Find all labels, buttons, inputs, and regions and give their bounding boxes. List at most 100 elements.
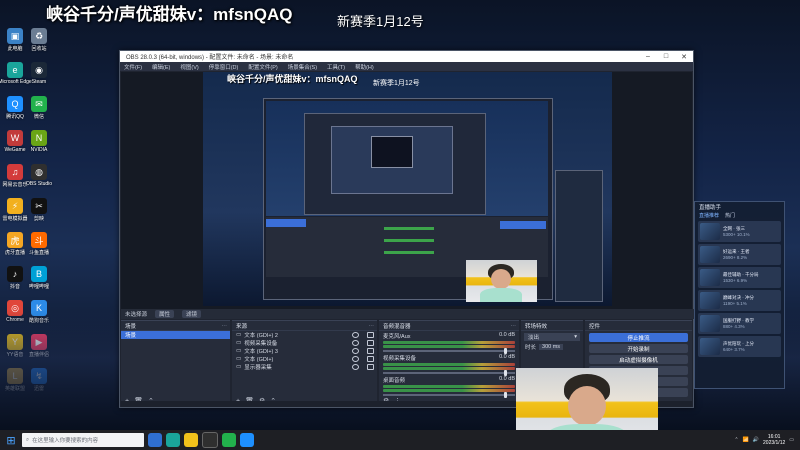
mixer-header: 音频混音器 ⋯: [379, 321, 519, 331]
app-icon: ♫: [7, 164, 23, 180]
obs-preview[interactable]: 峡谷千分/声优甜妹v：mfsnQAQ 新赛季1月12号: [121, 72, 692, 316]
eye-icon[interactable]: [352, 364, 359, 370]
scene-item[interactable]: 场景: [121, 331, 230, 339]
lock-icon[interactable]: [367, 364, 374, 370]
menu-item[interactable]: 停靠窗口(D): [209, 63, 239, 71]
control-button[interactable]: 停止推流: [589, 333, 688, 342]
obs-titlebar[interactable]: OBS 28.0.3 (64-bit, windows) - 配置文件: 未命名…: [120, 51, 693, 62]
source-item[interactable]: ▭ 视频采集设备: [232, 339, 377, 347]
widget-tabs: 直播推荐 热门: [695, 211, 784, 219]
widget-tab-recommend[interactable]: 直播推荐: [699, 212, 719, 219]
maximize-icon[interactable]: □: [657, 53, 675, 61]
windows-start-icon[interactable]: ⊞: [0, 430, 22, 450]
widget-list-item[interactable]: 声优陪玩 · 上分 640+ 3.7%: [698, 336, 781, 357]
dock-menu-icon[interactable]: ⋯: [369, 323, 375, 329]
dock-menu-icon[interactable]: ⋯: [511, 323, 517, 329]
transition-select[interactable]: 淡出 ▾: [524, 333, 580, 341]
desktop-icon-label: 雷电模拟器: [2, 216, 28, 222]
minimize-icon[interactable]: –: [639, 53, 657, 61]
widget-list-item[interactable]: 巅峰对决 · 冲分 1190+ 5.1%: [698, 290, 781, 311]
overlay-title-text: 峡谷千分/声优甜妹v：mfsnQAQ: [46, 5, 293, 24]
obs-icon[interactable]: [202, 432, 218, 448]
mixer-header-label: 音频混音器: [383, 323, 411, 330]
menu-item[interactable]: 配置文件(P): [248, 63, 277, 71]
desktop-icon[interactable]: W WeGame: [2, 130, 28, 160]
desktop-icon[interactable]: ♫ 网易云音乐: [2, 164, 28, 194]
desktop-icon[interactable]: ✉ 微信: [26, 96, 52, 126]
desktop-icon[interactable]: ▣ 此电脑: [2, 28, 28, 58]
desktop-icon[interactable]: ◍ OBS Studio: [26, 164, 52, 194]
widget-list-item[interactable]: 最佳辅助 · 千分局 1530+ 6.9%: [698, 267, 781, 288]
duration-input[interactable]: 300 ms: [539, 344, 564, 350]
stream-thumbnail: [700, 338, 720, 355]
desktop-icon[interactable]: ♻ 回收站: [26, 28, 52, 58]
widget-list-item[interactable]: 全网 · 张三 5300+ 10.1%: [698, 221, 781, 242]
volume-slider[interactable]: [383, 370, 515, 376]
desktop-icon[interactable]: ♪ 抖音: [2, 266, 28, 296]
source-item[interactable]: ▭ 显示器采集: [232, 363, 377, 371]
desktop-icon[interactable]: Q 腾讯QQ: [2, 96, 28, 126]
desktop-icon[interactable]: ◉ Steam: [26, 62, 52, 92]
properties-button[interactable]: 属性: [155, 310, 175, 318]
nested-obs-capture-2: [304, 113, 486, 215]
network-icon[interactable]: 📶: [743, 437, 749, 443]
lock-icon[interactable]: [367, 356, 374, 362]
control-button[interactable]: 开始录制: [589, 344, 688, 353]
desktop-icon[interactable]: 虎虎牙直播: [2, 232, 28, 262]
monitor-icon: ▭: [236, 340, 242, 346]
menu-item[interactable]: 编辑(E): [152, 63, 170, 71]
desktop-icon[interactable]: B 哔哩哔哩: [26, 266, 52, 296]
widget-tab-hot[interactable]: 热门: [725, 212, 735, 219]
menu-item[interactable]: 文件(F): [124, 63, 142, 71]
chevron-up-icon[interactable]: ⌃: [734, 437, 738, 443]
taskbar-search[interactable]: ⌕ 在这里输入你要搜索的内容: [22, 433, 144, 447]
eye-icon[interactable]: [352, 348, 359, 354]
source-item[interactable]: ▭ 文本 (GDI+) 2: [232, 331, 377, 339]
obs-menubar: 文件(F) 编辑(E) 视图(V) 停靠窗口(D) 配置文件(P) 场景集合(S) 工具(T…: [120, 62, 693, 71]
menu-item[interactable]: 场景集合(S): [288, 63, 317, 71]
lock-icon[interactable]: [367, 348, 374, 354]
desktop-icon-label: NVIDIA: [30, 147, 48, 153]
notification-icon[interactable]: ▭: [789, 437, 794, 443]
desktop-icon[interactable]: 斗斗鱼直播: [26, 232, 52, 262]
app-icon: ◉: [31, 62, 47, 78]
preview-overlay-date: 新赛季1月12号: [373, 80, 420, 87]
desktop-icon[interactable]: e Microsoft Edge: [0, 62, 32, 92]
volume-icon[interactable]: 🔊: [753, 437, 759, 443]
desktop-icon[interactable]: ✂ 剪映: [26, 198, 52, 228]
folder-icon[interactable]: [184, 433, 198, 447]
desktop-icon[interactable]: N NVIDIA: [26, 130, 52, 160]
lock-icon[interactable]: [367, 332, 374, 338]
menu-item[interactable]: 工具(T): [327, 63, 345, 71]
task-view-icon[interactable]: [148, 433, 162, 447]
menu-item[interactable]: 帮助(H): [355, 63, 374, 71]
eye-icon[interactable]: [352, 356, 359, 362]
control-button[interactable]: 启动虚拟摄像机: [589, 355, 688, 364]
source-item-label: 文本 (GDI+): [244, 357, 274, 363]
eye-icon[interactable]: [352, 340, 359, 346]
clock[interactable]: 16:01 2023/1/12: [763, 434, 785, 446]
widget-list-item[interactable]: 国服打野 · 教学 880+ 4.3%: [698, 313, 781, 334]
source-item[interactable]: ▭ 文本 (GDI+): [232, 355, 377, 363]
wechat-icon[interactable]: [222, 433, 236, 447]
widget-list-item[interactable]: 好运来 · 王者 2690+ 8.2%: [698, 244, 781, 265]
app-icon: ◍: [31, 164, 47, 180]
close-icon[interactable]: ✕: [675, 53, 693, 61]
dock-menu-icon[interactable]: ⋯: [222, 323, 228, 329]
desktop-icon[interactable]: ⚡ 雷电模拟器: [2, 198, 28, 228]
live-assistant-panel[interactable]: 直播助手 直播推荐 热门 全网 · 张三 5300+ 10.1% 好运来 · 王者 2…: [694, 201, 785, 389]
source-item[interactable]: ▭ 文本 (GDI+) 3: [232, 347, 377, 355]
qq-icon[interactable]: [240, 433, 254, 447]
edge-icon[interactable]: [166, 433, 180, 447]
channel-name: 桌面音频: [383, 378, 406, 384]
eye-icon[interactable]: [352, 332, 359, 338]
obs-window[interactable]: OBS 28.0.3 (64-bit, windows) - 配置文件: 未命名…: [119, 50, 696, 408]
transition-type: 淡出: [528, 335, 540, 341]
lock-icon[interactable]: [367, 340, 374, 346]
mixer-channel: 桌面音频 0.0 dB: [379, 375, 519, 398]
menu-item[interactable]: 视图(V): [180, 63, 198, 71]
source-item-label: 文本 (GDI+) 2: [244, 333, 278, 339]
filters-button[interactable]: 滤镜: [182, 310, 202, 318]
channel-name: 视频采集设备: [383, 356, 417, 362]
volume-slider[interactable]: [383, 348, 515, 354]
